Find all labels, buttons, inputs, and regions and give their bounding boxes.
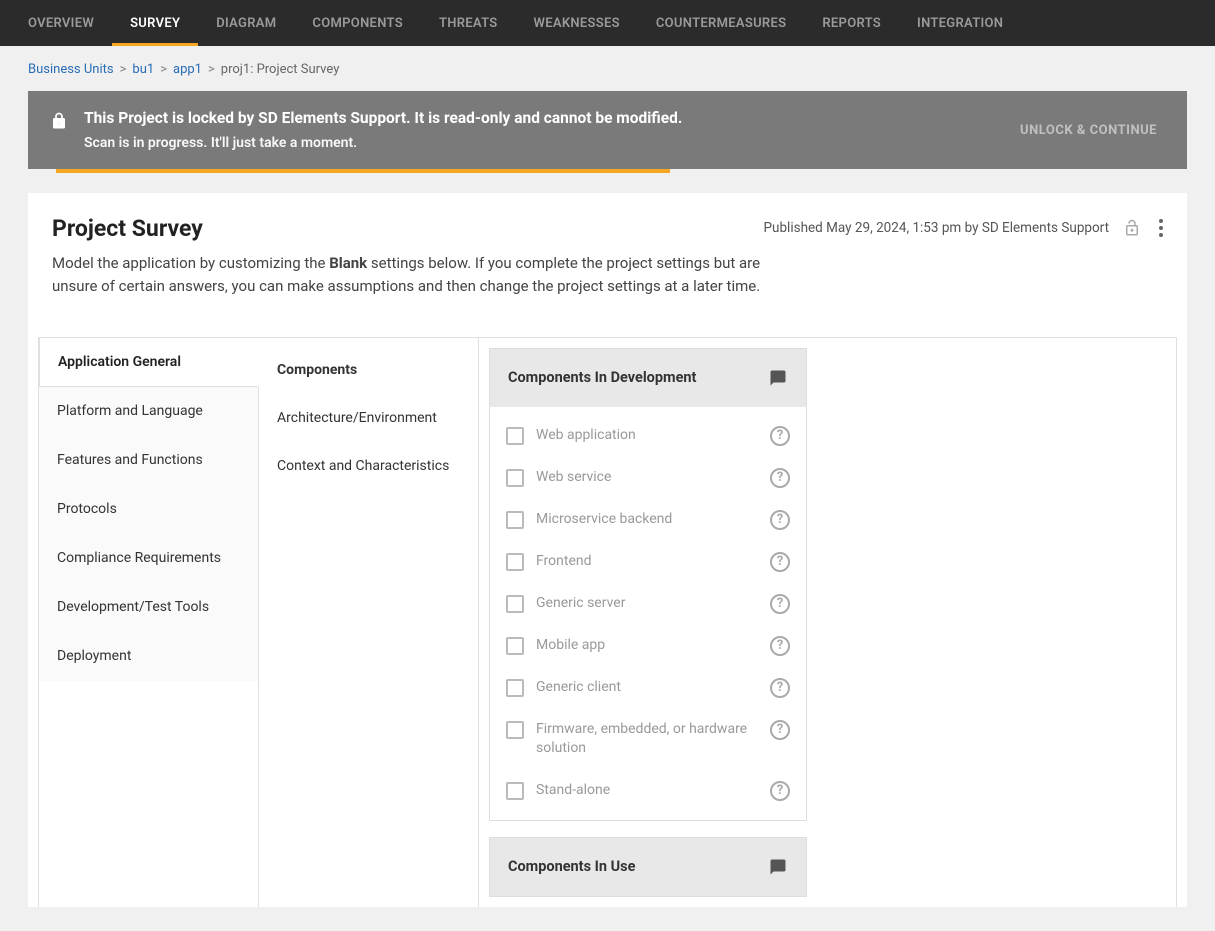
option-row: Generic client? <box>490 667 806 709</box>
sidebar-primary-item[interactable]: Compliance Requirements <box>39 534 258 583</box>
breadcrumb-current: proj1: Project Survey <box>221 62 340 77</box>
help-icon[interactable]: ? <box>770 510 790 530</box>
option-label: Web service <box>536 468 758 488</box>
sidebar-primary-item[interactable]: Application General <box>39 338 259 387</box>
nav-tab-weaknesses[interactable]: WEAKNESSES <box>516 0 638 46</box>
checkbox[interactable] <box>506 721 524 739</box>
checkbox[interactable] <box>506 782 524 800</box>
option-label: Microservice backend <box>536 510 758 530</box>
option-row: Mobile app? <box>490 625 806 667</box>
nav-tab-components[interactable]: COMPONENTS <box>294 0 421 46</box>
option-label: Stand-alone <box>536 781 758 801</box>
lock-banner-subtitle: Scan is in progress. It'll just take a m… <box>84 135 682 151</box>
scan-progress-bar <box>56 169 670 173</box>
checkbox[interactable] <box>506 637 524 655</box>
sidebar-primary-item[interactable]: Deployment <box>39 632 258 681</box>
section-title: Components In Use <box>508 858 635 875</box>
unlock-continue-button[interactable]: UNLOCK & CONTINUE <box>1012 119 1165 142</box>
breadcrumb-separator: > <box>120 62 127 77</box>
lock-banner: This Project is locked by SD Elements Su… <box>28 91 1187 169</box>
checkbox[interactable] <box>506 595 524 613</box>
option-label: Generic server <box>536 594 758 614</box>
sidebar-primary-item[interactable]: Platform and Language <box>39 387 258 436</box>
survey-body: Application GeneralPlatform and Language… <box>38 337 1177 907</box>
nav-tab-reports[interactable]: REPORTS <box>804 0 899 46</box>
section-card: Components In Use <box>489 837 807 897</box>
desc-bold: Blank <box>329 254 367 272</box>
nav-tab-diagram[interactable]: DIAGRAM <box>198 0 294 46</box>
option-row: Stand-alone? <box>490 770 806 812</box>
help-icon[interactable]: ? <box>770 552 790 572</box>
breadcrumb: Business Units > bu1 > app1 > proj1: Project S… <box>0 46 1215 91</box>
nav-tab-overview[interactable]: OVERVIEW <box>10 0 112 46</box>
help-icon[interactable]: ? <box>770 468 790 488</box>
sidebar-primary: Application GeneralPlatform and Language… <box>39 338 259 907</box>
sidebar-primary-item[interactable]: Protocols <box>39 485 258 534</box>
checkbox[interactable] <box>506 427 524 445</box>
breadcrumb-link[interactable]: Business Units <box>28 62 114 77</box>
nav-tab-countermeasures[interactable]: COUNTERMEASURES <box>638 0 804 46</box>
nav-tab-survey[interactable]: SURVEY <box>112 0 198 46</box>
help-icon[interactable]: ? <box>770 594 790 614</box>
option-row: Frontend? <box>490 541 806 583</box>
section-header: Components In Development <box>490 349 806 407</box>
checkbox[interactable] <box>506 679 524 697</box>
sidebar-secondary-item[interactable]: Context and Characteristics <box>259 442 478 490</box>
top-nav: OVERVIEWSURVEYDIAGRAMCOMPONENTSTHREATSWE… <box>0 0 1215 46</box>
desc-pre: Model the application by customizing the <box>52 254 329 272</box>
option-row: Web application? <box>490 415 806 457</box>
main-panel: Components In Development Web application… <box>479 338 1176 907</box>
option-row: Firmware, embedded, or hardware solution… <box>490 709 806 770</box>
help-icon[interactable]: ? <box>770 720 790 740</box>
sidebar-secondary-item[interactable]: Components <box>259 346 478 394</box>
comment-icon[interactable] <box>768 858 788 876</box>
help-icon[interactable]: ? <box>770 781 790 801</box>
option-row: Generic server? <box>490 583 806 625</box>
help-icon[interactable]: ? <box>770 636 790 656</box>
option-row: Microservice backend? <box>490 499 806 541</box>
lock-banner-title: This Project is locked by SD Elements Su… <box>84 109 682 127</box>
help-icon[interactable]: ? <box>770 426 790 446</box>
option-label: Web application <box>536 426 758 446</box>
breadcrumb-link[interactable]: bu1 <box>132 62 154 77</box>
help-icon[interactable]: ? <box>770 678 790 698</box>
checkbox[interactable] <box>506 553 524 571</box>
breadcrumb-link[interactable]: app1 <box>173 62 202 77</box>
sidebar-secondary: ComponentsArchitecture/EnvironmentContex… <box>259 338 479 907</box>
more-menu-icon[interactable] <box>1155 215 1163 241</box>
option-label: Mobile app <box>536 636 758 656</box>
option-label: Firmware, embedded, or hardware solution <box>536 720 758 759</box>
breadcrumb-separator: > <box>208 62 215 77</box>
option-label: Generic client <box>536 678 758 698</box>
nav-tab-integration[interactable]: INTEGRATION <box>899 0 1021 46</box>
sidebar-secondary-item[interactable]: Architecture/Environment <box>259 394 478 442</box>
checkbox[interactable] <box>506 469 524 487</box>
checkbox[interactable] <box>506 511 524 529</box>
option-label: Frontend <box>536 552 758 572</box>
page-title: Project Survey <box>52 215 764 242</box>
comment-icon[interactable] <box>768 369 788 387</box>
section-body: Web application?Web service?Microservice… <box>490 407 806 820</box>
section-title: Components In Development <box>508 369 696 386</box>
sidebar-primary-item[interactable]: Development/Test Tools <box>39 583 258 632</box>
breadcrumb-separator: > <box>160 62 167 77</box>
page-description: Model the application by customizing the… <box>52 252 764 299</box>
lock-icon <box>50 111 68 131</box>
nav-tab-threats[interactable]: THREATS <box>421 0 516 46</box>
sidebar-primary-item[interactable]: Features and Functions <box>39 436 258 485</box>
section-header: Components In Use <box>490 838 806 896</box>
section-card: Components In Development Web application… <box>489 348 807 821</box>
option-row: Web service? <box>490 457 806 499</box>
content-card: Project Survey Model the application by … <box>28 193 1187 907</box>
unlock-icon[interactable] <box>1123 218 1141 238</box>
published-info: Published May 29, 2024, 1:53 pm by SD El… <box>764 220 1109 236</box>
